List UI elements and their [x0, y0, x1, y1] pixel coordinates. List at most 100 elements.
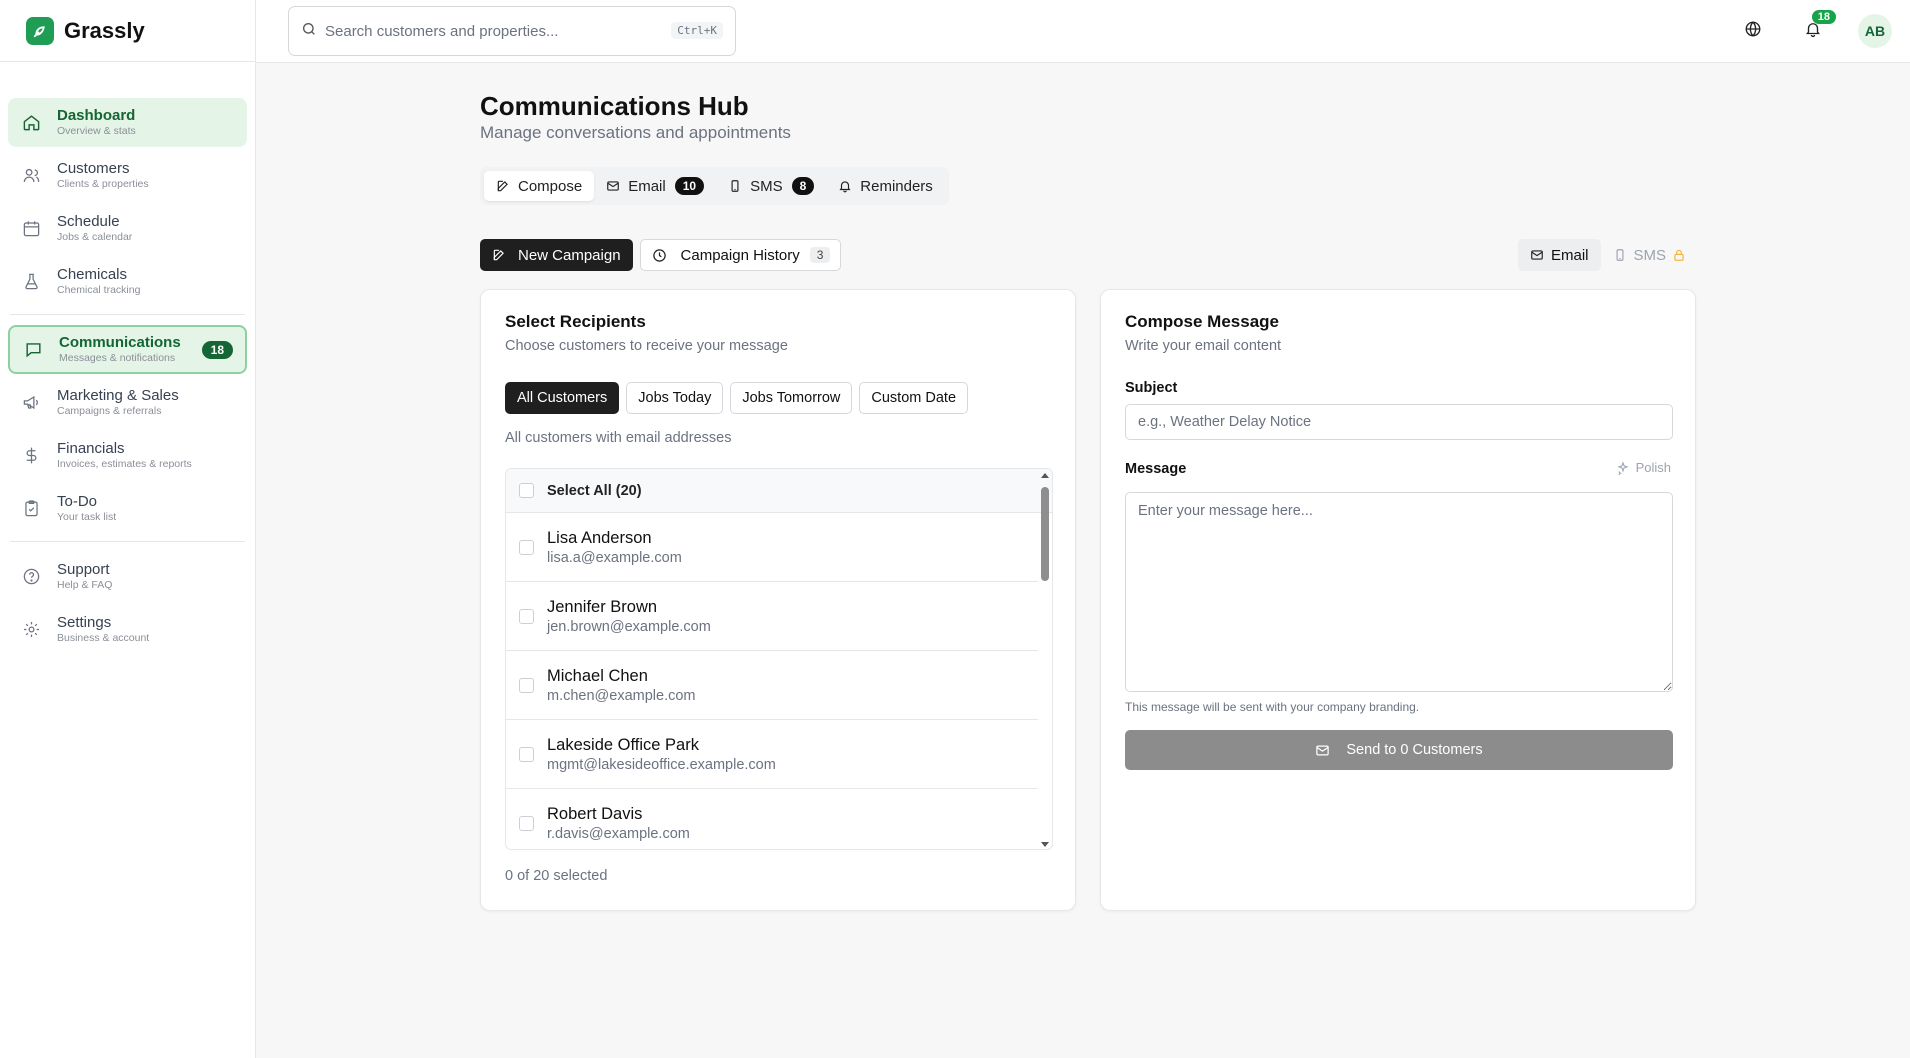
search-input[interactable]	[325, 22, 655, 40]
sidebar-item-label: Financials	[57, 440, 125, 457]
sidebar-item-sub: Messages & notifications	[59, 352, 176, 364]
tab-reminders[interactable]: Reminders	[826, 171, 945, 201]
filter-description: All customers with email addresses	[505, 430, 732, 446]
list-item[interactable]: Michael Chen m.chen@example.com	[506, 651, 1038, 720]
customer-name: Michael Chen	[547, 666, 648, 685]
megaphone-icon	[20, 392, 42, 414]
new-campaign-label: New Campaign	[518, 246, 621, 264]
sidebar-divider	[10, 541, 245, 542]
customer-checkbox[interactable]	[519, 677, 534, 693]
channel-toggle: Email SMS	[1518, 239, 1705, 271]
list-item[interactable]: Jennifer Brown jen.brown@example.com	[506, 582, 1038, 651]
communications-badge: 18	[201, 341, 233, 359]
customer-email: mgmt@lakesideoffice.example.com	[547, 756, 776, 773]
recipients-title: Select Recipients	[505, 312, 646, 331]
sidebar-item-label: Schedule	[57, 213, 120, 230]
message-field[interactable]	[1125, 492, 1673, 692]
customer-name: Lakeside Office Park	[547, 735, 699, 754]
compose-title: Compose Message	[1125, 312, 1279, 331]
sidebar-item-label: Dashboard	[57, 107, 136, 124]
sidebar-item-chemicals[interactable]: Chemicals Chemical tracking	[8, 257, 247, 306]
sms-count-badge: 8	[791, 177, 815, 195]
campaign-history-count: 3	[809, 247, 831, 263]
phone-icon	[731, 180, 739, 192]
scroll-thumb[interactable]	[1041, 487, 1049, 581]
dollar-icon	[20, 445, 42, 467]
branding-note: This message will be sent with your comp…	[1125, 700, 1420, 714]
filter-jobs-tomorrow[interactable]: Jobs Tomorrow	[730, 382, 853, 414]
sidebar-item-todo[interactable]: To-Do Your task list	[8, 484, 247, 533]
avatar[interactable]: AB	[1858, 14, 1892, 48]
tab-email[interactable]: Email 10	[594, 171, 716, 201]
sidebar-nav: Dashboard Overview & stats Customers Clien…	[0, 62, 255, 654]
channel-sms-button[interactable]: SMS	[1601, 239, 1706, 271]
sidebar-item-financials[interactable]: Financials Invoices, estimates & reports	[8, 431, 247, 480]
mail-icon	[1531, 250, 1543, 260]
list-item[interactable]: Robert Davis r.davis@example.com	[506, 789, 1038, 849]
sidebar-item-marketing[interactable]: Marketing & Sales Campaigns & referrals	[8, 378, 247, 427]
sidebar-item-settings[interactable]: Settings Business & account	[8, 605, 247, 654]
sidebar-item-customers[interactable]: Customers Clients & properties	[8, 151, 247, 200]
polish-button[interactable]: Polish	[1616, 460, 1671, 475]
campaign-history-button[interactable]: Campaign History 3	[639, 239, 842, 271]
search-box[interactable]: Ctrl+K	[288, 6, 736, 56]
sidebar-item-communications[interactable]: Communications Messages & notifications 1…	[8, 325, 247, 374]
channel-email-label: Email	[1551, 246, 1589, 264]
home-icon	[20, 112, 42, 134]
top-actions: 18 AB	[1738, 0, 1910, 62]
customer-email: lisa.a@example.com	[547, 549, 682, 566]
channel-email-button[interactable]: Email	[1518, 239, 1601, 271]
tab-label: Compose	[518, 177, 583, 195]
new-campaign-button[interactable]: New Campaign	[480, 239, 633, 271]
tab-label: SMS	[750, 177, 783, 195]
top-bar: Ctrl+K 18 AB	[256, 0, 1910, 63]
scroll-down-arrow-icon[interactable]	[1041, 842, 1049, 847]
customer-checkbox[interactable]	[519, 746, 534, 762]
notifications-button[interactable]: 18	[1798, 10, 1836, 46]
sidebar-item-dashboard[interactable]: Dashboard Overview & stats	[8, 98, 247, 147]
clipboard-icon	[20, 498, 42, 520]
selected-count: 0 of 20 selected	[505, 868, 608, 884]
page-subtitle: Manage conversations and appointments	[480, 123, 791, 142]
filter-custom-date[interactable]: Custom Date	[859, 382, 969, 414]
list-item[interactable]: Lakeside Office Park mgmt@lakesideoffice.…	[506, 720, 1038, 789]
brand-name: Grassly	[64, 17, 145, 43]
gear-icon	[20, 619, 42, 641]
sidebar-item-sub: Campaigns & referrals	[57, 405, 162, 417]
sidebar-item-label: To-Do	[57, 493, 98, 510]
select-all-label: Select All (20)	[547, 482, 642, 499]
customer-name: Robert Davis	[547, 805, 643, 823]
mail-icon	[607, 181, 620, 191]
tab-sms[interactable]: SMS 8	[716, 171, 826, 201]
customer-email: jen.brown@example.com	[547, 618, 711, 635]
list-scrollbar[interactable]	[1041, 473, 1049, 847]
communications-tabs: Compose Email 10 SMS 8 Reminders	[480, 167, 949, 205]
brand[interactable]: Grassly	[0, 0, 255, 62]
language-button[interactable]	[1738, 16, 1768, 46]
select-all-checkbox[interactable]	[519, 483, 534, 498]
subject-field[interactable]	[1125, 404, 1673, 440]
customer-checkbox[interactable]	[519, 539, 534, 555]
sidebar-item-support[interactable]: Support Help & FAQ	[8, 552, 247, 601]
send-label: Send to 0 Customers	[1346, 742, 1483, 758]
compose-message-card: Compose Message Write your email content…	[1100, 289, 1696, 911]
edit-icon	[497, 180, 508, 192]
edit-icon	[493, 249, 504, 261]
search-shortcut: Ctrl+K	[671, 22, 723, 39]
search-icon	[301, 21, 317, 42]
tab-compose[interactable]: Compose	[484, 171, 595, 201]
filter-jobs-today[interactable]: Jobs Today	[626, 382, 724, 414]
calendar-icon	[20, 218, 42, 240]
list-item[interactable]: Lisa Anderson lisa.a@example.com	[506, 513, 1038, 582]
sidebar-item-label: Chemicals	[57, 266, 128, 283]
sidebar-item-sub: Help & FAQ	[57, 579, 113, 591]
filter-all-customers[interactable]: All Customers	[505, 382, 620, 414]
customer-email: m.chen@example.com	[547, 687, 696, 704]
sidebar-item-schedule[interactable]: Schedule Jobs & calendar	[8, 204, 247, 253]
scroll-up-arrow-icon[interactable]	[1041, 473, 1049, 478]
send-button[interactable]: Send to 0 Customers	[1125, 730, 1673, 770]
select-all-row[interactable]: Select All (20)	[506, 469, 1052, 513]
customer-checkbox[interactable]	[519, 816, 534, 831]
mail-icon	[1316, 745, 1330, 755]
customer-checkbox[interactable]	[519, 608, 534, 624]
